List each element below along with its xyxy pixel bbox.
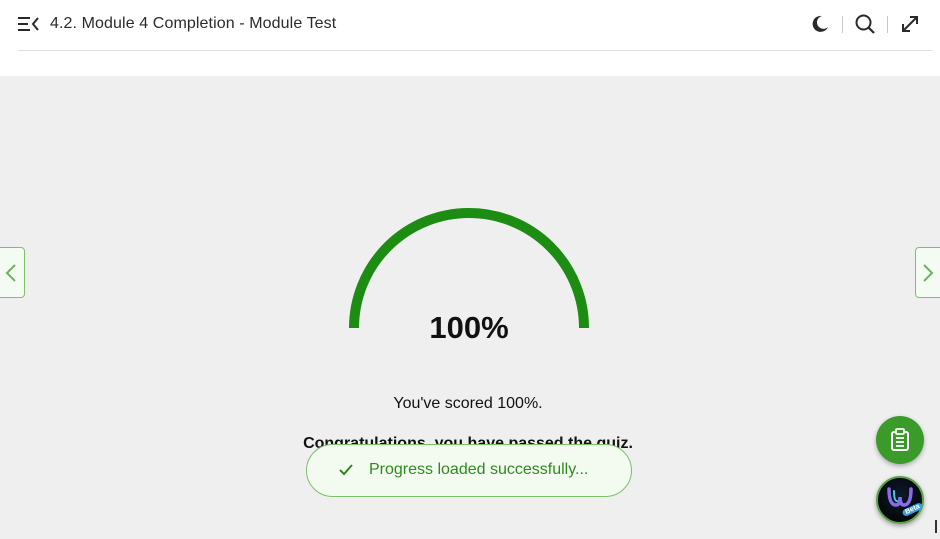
- menu-collapse-icon[interactable]: [18, 15, 40, 33]
- progress-toast: Progress loaded successfully...: [306, 444, 632, 497]
- header-separator: [842, 16, 843, 33]
- toast-message: Progress loaded successfully...: [369, 461, 589, 478]
- assistant-button[interactable]: Beta: [876, 476, 924, 524]
- moon-icon[interactable]: [809, 13, 831, 35]
- page-title: 4.2. Module 4 Completion - Module Test: [50, 15, 337, 32]
- previous-page-button[interactable]: [0, 247, 25, 298]
- header-divider: [18, 50, 932, 51]
- scrollbar[interactable]: [935, 520, 937, 533]
- top-header: 4.2. Module 4 Completion - Module Test: [0, 0, 940, 50]
- check-icon: [339, 464, 353, 476]
- header-separator: [887, 16, 888, 33]
- chevron-right-icon: [923, 264, 934, 282]
- search-icon[interactable]: [854, 13, 876, 35]
- score-percent: 100%: [429, 310, 509, 345]
- chevron-left-icon: [5, 264, 16, 282]
- next-page-button[interactable]: [915, 247, 940, 298]
- assistant-logo-icon: [887, 487, 913, 507]
- expand-icon[interactable]: [899, 13, 921, 35]
- notes-button[interactable]: [876, 416, 924, 464]
- clipboard-icon: [891, 428, 909, 451]
- score-message: You've scored 100%.: [393, 395, 543, 412]
